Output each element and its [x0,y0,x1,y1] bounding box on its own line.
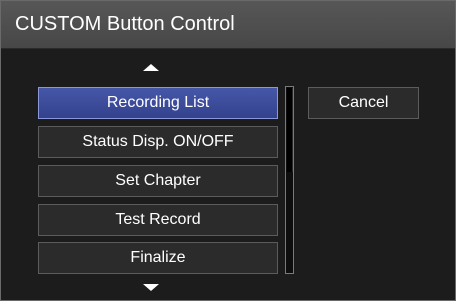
scrollbar[interactable] [285,86,294,274]
scroll-down-arrow-icon[interactable] [143,284,159,291]
scroll-up-arrow-icon[interactable] [143,64,159,71]
menu-item-test-record[interactable]: Test Record [38,204,278,236]
title-bar: CUSTOM Button Control [1,1,455,49]
dialog-title: CUSTOM Button Control [15,13,235,35]
menu-item-status-disp[interactable]: Status Disp. ON/OFF [38,126,278,158]
menu-item-finalize[interactable]: Finalize [38,242,278,274]
menu-item-set-chapter[interactable]: Set Chapter [38,165,278,197]
cancel-button[interactable]: Cancel [308,87,419,119]
menu-item-recording-list[interactable]: Recording List [38,87,278,119]
dialog-window: CUSTOM Button Control Recording List Sta… [0,0,456,301]
scrollbar-thumb[interactable] [287,88,293,172]
